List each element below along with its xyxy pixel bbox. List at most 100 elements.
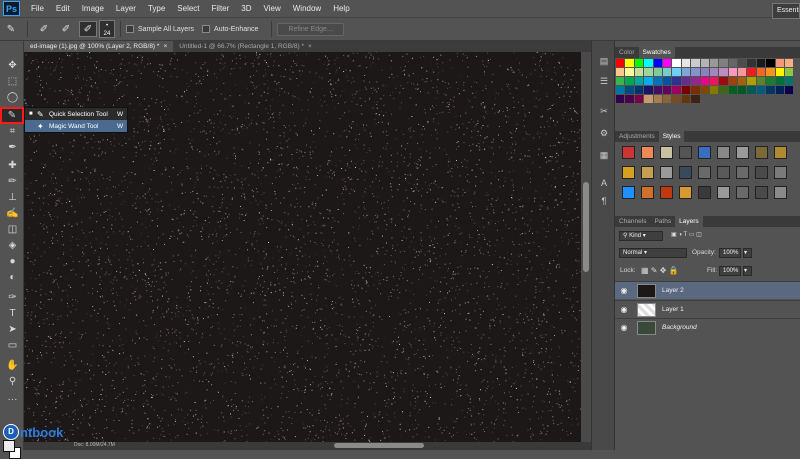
type-tool-icon[interactable]: T bbox=[5, 307, 20, 320]
color-swatch[interactable] bbox=[691, 68, 699, 76]
brush-tool-icon[interactable]: ✏ bbox=[5, 175, 20, 188]
menu-3d[interactable]: 3D bbox=[235, 4, 257, 13]
workspace-switcher[interactable]: Essentials bbox=[772, 3, 800, 19]
color-swatch[interactable] bbox=[672, 86, 680, 94]
tab-styles[interactable]: Styles bbox=[659, 131, 685, 142]
character-icon[interactable]: A bbox=[596, 177, 612, 189]
tab-adjustments[interactable]: Adjustments bbox=[615, 131, 659, 142]
style-preset[interactable] bbox=[698, 186, 711, 199]
dodge-tool-icon[interactable]: ◐ bbox=[5, 271, 20, 284]
color-swatch[interactable] bbox=[710, 59, 718, 67]
tab-paths[interactable]: Paths bbox=[650, 216, 675, 227]
style-preset[interactable] bbox=[660, 166, 673, 179]
color-swatch[interactable] bbox=[663, 95, 671, 103]
color-swatch[interactable] bbox=[672, 68, 680, 76]
color-swatch[interactable] bbox=[757, 86, 765, 94]
color-swatch[interactable] bbox=[719, 86, 727, 94]
color-swatch[interactable] bbox=[738, 77, 746, 85]
color-swatch[interactable] bbox=[625, 77, 633, 85]
opacity-dropdown[interactable]: ▾ bbox=[743, 248, 752, 258]
close-icon[interactable]: × bbox=[308, 43, 312, 50]
tab-document-1[interactable]: ed-image (1).jpg @ 100% (Layer 2, RGB/8)… bbox=[24, 41, 173, 52]
color-swatch[interactable] bbox=[635, 59, 643, 67]
color-swatch[interactable] bbox=[691, 95, 699, 103]
layer-row-layer2[interactable]: ◉ Layer 2 bbox=[615, 281, 800, 299]
style-preset[interactable] bbox=[641, 166, 654, 179]
style-preset[interactable] bbox=[679, 146, 692, 159]
color-swatch[interactable] bbox=[616, 59, 624, 67]
color-swatch[interactable] bbox=[691, 77, 699, 85]
blur-tool-icon[interactable]: ● bbox=[5, 255, 20, 268]
menu-image[interactable]: Image bbox=[76, 4, 110, 13]
lasso-tool-icon[interactable]: ◯ bbox=[5, 91, 20, 104]
more-tools-icon[interactable]: ··· bbox=[5, 393, 20, 406]
properties-icon[interactable]: ☰ bbox=[596, 75, 612, 87]
color-swatch[interactable] bbox=[682, 59, 690, 67]
magic-wand-tool-item[interactable]: ✦ Magic Wand Tool W bbox=[25, 120, 127, 132]
style-preset[interactable] bbox=[736, 166, 749, 179]
eye-icon[interactable]: ◉ bbox=[615, 323, 633, 332]
tab-document-2[interactable]: Untitled-1 @ 66.7% (Rectangle 1, RGB/8) … bbox=[173, 41, 318, 52]
rectangle-tool-icon[interactable]: ▭ bbox=[5, 339, 20, 352]
color-swatch[interactable] bbox=[654, 86, 662, 94]
move-tool-icon[interactable]: ✥ bbox=[5, 59, 20, 72]
color-swatch[interactable] bbox=[719, 68, 727, 76]
color-swatch[interactable] bbox=[616, 86, 624, 94]
color-swatch[interactable] bbox=[691, 59, 699, 67]
color-swatch[interactable] bbox=[776, 59, 784, 67]
style-preset[interactable] bbox=[717, 146, 730, 159]
scroll-thumb[interactable] bbox=[583, 182, 589, 272]
color-swatch[interactable] bbox=[776, 86, 784, 94]
color-swatch[interactable] bbox=[635, 77, 643, 85]
color-swatch[interactable] bbox=[729, 59, 737, 67]
color-swatch[interactable] bbox=[691, 86, 699, 94]
path-selection-icon[interactable]: ➤ bbox=[5, 323, 20, 336]
color-swatch[interactable] bbox=[625, 59, 633, 67]
hand-tool-icon[interactable]: ✋ bbox=[5, 359, 20, 372]
color-swatch[interactable] bbox=[625, 68, 633, 76]
style-preset[interactable] bbox=[622, 146, 635, 159]
menu-filter[interactable]: Filter bbox=[206, 4, 236, 13]
clone-stamp-icon[interactable]: ⊥ bbox=[5, 191, 20, 204]
eraser-tool-icon[interactable]: ◫ bbox=[5, 223, 20, 236]
color-swatch[interactable] bbox=[747, 59, 755, 67]
style-preset[interactable] bbox=[717, 186, 730, 199]
color-swatch[interactable] bbox=[710, 77, 718, 85]
layer-row-layer1[interactable]: ◉ Layer 1 bbox=[615, 300, 800, 318]
style-preset[interactable] bbox=[698, 166, 711, 179]
color-swatch[interactable] bbox=[766, 59, 774, 67]
auto-enhance-checkbox[interactable] bbox=[202, 25, 210, 33]
brush-presets-icon[interactable]: ✂ bbox=[596, 105, 612, 117]
color-swatch[interactable] bbox=[616, 77, 624, 85]
color-swatch[interactable] bbox=[663, 59, 671, 67]
color-swatch[interactable] bbox=[654, 68, 662, 76]
style-preset[interactable] bbox=[660, 146, 673, 159]
color-swatch[interactable] bbox=[654, 77, 662, 85]
color-swatch[interactable] bbox=[616, 68, 624, 76]
color-swatch[interactable] bbox=[729, 77, 737, 85]
menu-file[interactable]: File bbox=[25, 4, 50, 13]
brush-size-picker[interactable]: •24 bbox=[99, 20, 115, 38]
menu-edit[interactable]: Edit bbox=[50, 4, 76, 13]
color-swatch[interactable] bbox=[747, 68, 755, 76]
color-swatch[interactable] bbox=[635, 95, 643, 103]
color-swatch[interactable] bbox=[682, 86, 690, 94]
color-swatch[interactable] bbox=[785, 86, 793, 94]
color-swatch[interactable] bbox=[701, 68, 709, 76]
blend-mode-select[interactable]: Normal ▾ bbox=[619, 248, 687, 258]
style-preset[interactable] bbox=[736, 186, 749, 199]
foreground-color-swatch[interactable] bbox=[3, 440, 15, 452]
color-swatch[interactable] bbox=[616, 95, 624, 103]
color-swatch[interactable] bbox=[625, 86, 633, 94]
paint-bucket-icon[interactable]: ◈ bbox=[5, 239, 20, 252]
history-brush-icon[interactable]: ✍ bbox=[5, 207, 20, 220]
color-swatch[interactable] bbox=[644, 77, 652, 85]
color-swatch[interactable] bbox=[766, 77, 774, 85]
color-swatch[interactable] bbox=[701, 59, 709, 67]
color-swatch[interactable] bbox=[663, 86, 671, 94]
menu-view[interactable]: View bbox=[258, 4, 287, 13]
horizontal-scroll-thumb[interactable] bbox=[334, 443, 424, 448]
sample-all-layers-checkbox[interactable] bbox=[126, 25, 134, 33]
color-swatch[interactable] bbox=[710, 86, 718, 94]
style-preset[interactable] bbox=[679, 186, 692, 199]
